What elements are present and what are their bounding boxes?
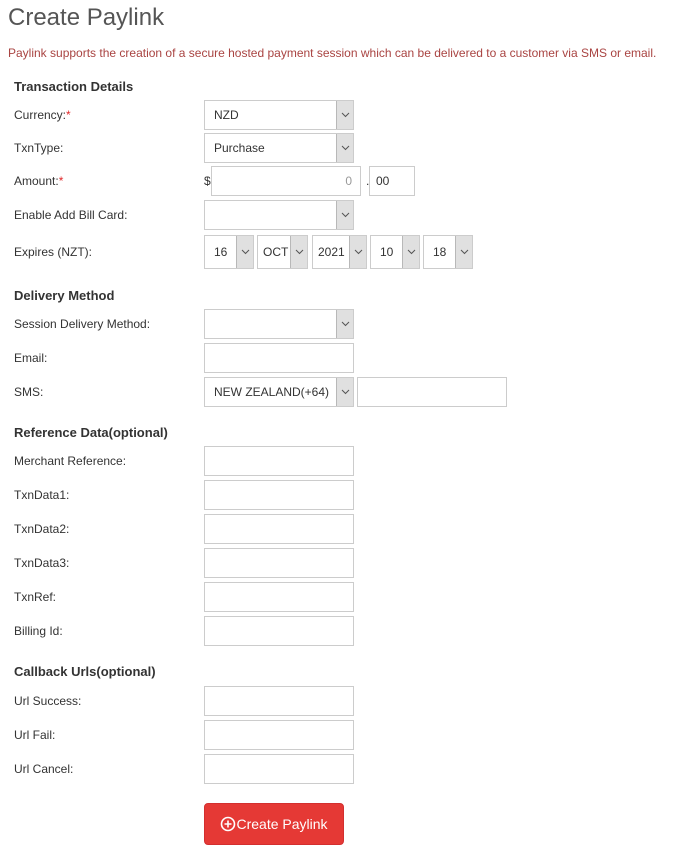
chevron-down-icon[interactable] [336,201,353,229]
expires-month-value: OCT [263,245,289,259]
url-fail-input[interactable] [204,720,354,750]
txntype-value: Purchase [214,141,265,155]
amount-dollars-input[interactable]: 0 [211,166,361,196]
expires-hour-value: 10 [380,245,394,259]
intro-text: Paylink supports the creation of a secur… [8,46,657,60]
txndata2-label: TxnData2: [14,522,70,536]
txnref-label: TxnRef: [14,590,57,604]
url-fail-label: Url Fail: [14,728,56,742]
currency-symbol: $ [204,174,211,188]
amount-label-text: Amount: [14,174,59,188]
txntype-label: TxnType: [14,141,64,155]
txntype-select[interactable]: Purchase [204,133,354,163]
reference-data-heading: Reference Data(optional) [14,425,168,440]
delivery-method-label: Session Delivery Method: [14,317,151,331]
expires-month-select[interactable]: OCT [257,235,308,269]
expires-year-value: 2021 [318,245,345,259]
url-success-label: Url Success: [14,694,82,708]
txndata1-input[interactable] [204,480,354,510]
url-cancel-input[interactable] [204,754,354,784]
merchant-reference-label: Merchant Reference: [14,454,127,468]
expires-hour-select[interactable]: 10 [370,235,420,269]
bill-card-label: Enable Add Bill Card: [14,208,128,222]
sms-country-select[interactable]: NEW ZEALAND(+64) [204,377,354,407]
expires-year-select[interactable]: 2021 [312,235,367,269]
page-title: Create Paylink [8,4,165,31]
bill-card-select[interactable] [204,200,354,230]
create-paylink-button[interactable]: Create Paylink [204,803,344,845]
chevron-down-icon[interactable] [336,310,353,338]
delivery-method-select[interactable] [204,309,354,339]
callback-urls-heading: Callback Urls(optional) [14,664,156,679]
merchant-reference-input[interactable] [204,446,354,476]
transaction-details-heading: Transaction Details [14,79,134,94]
currency-value: NZD [214,108,239,122]
txndata1-label: TxnData1: [14,488,70,502]
currency-select[interactable]: NZD [204,100,354,130]
chevron-down-icon[interactable] [290,236,307,268]
email-input[interactable] [204,343,354,373]
txndata3-input[interactable] [204,548,354,578]
chevron-down-icon[interactable] [236,236,253,268]
sms-number-input[interactable] [357,377,507,407]
billing-id-label: Billing Id: [14,624,63,638]
currency-label-text: Currency: [14,108,67,122]
required-marker: * [58,174,64,188]
chevron-down-icon[interactable] [336,378,353,406]
chevron-down-icon[interactable] [336,134,353,162]
txndata2-input[interactable] [204,514,354,544]
chevron-down-icon[interactable] [336,101,353,129]
required-marker: * [66,108,71,122]
currency-label: Currency:* [14,108,71,122]
delivery-method-heading: Delivery Method [14,288,115,303]
txndata3-label: TxnData3: [14,556,70,570]
sms-label: SMS: [14,385,44,399]
expires-minute-select[interactable]: 18 [423,235,473,269]
chevron-down-icon[interactable] [455,236,472,268]
expires-label: Expires (NZT): [14,245,92,259]
chevron-down-icon[interactable] [349,236,366,268]
txnref-input[interactable] [204,582,354,612]
email-label: Email: [14,351,48,365]
plus-circle-icon [221,816,236,832]
expires-day-value: 16 [214,245,228,259]
expires-minute-value: 18 [433,245,447,259]
sms-country-value: NEW ZEALAND(+64) [214,385,330,399]
create-paylink-label: Create Paylink [236,816,328,832]
chevron-down-icon[interactable] [402,236,419,268]
amount-cents-input[interactable]: 00 [369,166,415,196]
expires-day-select[interactable]: 16 [204,235,254,269]
billing-id-input[interactable] [204,616,354,646]
url-success-input[interactable] [204,686,354,716]
amount-label: Amount:* [14,174,63,188]
url-cancel-label: Url Cancel: [14,762,74,776]
